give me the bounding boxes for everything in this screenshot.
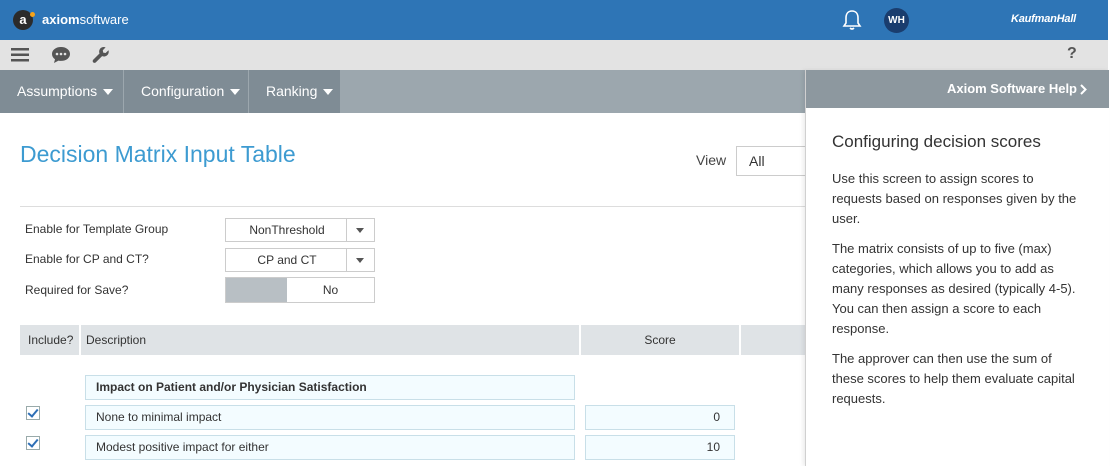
column-header-extra: [741, 325, 805, 355]
dropdown-arrow-icon[interactable]: [346, 219, 374, 241]
column-header-score: Score: [581, 325, 739, 355]
template-group-dropdown[interactable]: NonThreshold: [225, 218, 375, 242]
help-panel: Axiom Software Help Configuring decision…: [805, 70, 1109, 466]
help-title: Configuring decision scores: [832, 132, 1041, 151]
required-label: Required for Save?: [25, 283, 129, 297]
chat-icon[interactable]: [51, 46, 71, 64]
score-input[interactable]: 0: [585, 405, 735, 430]
caret-down-icon: [230, 89, 241, 96]
column-header-description: Description: [81, 325, 579, 355]
dropdown-arrow-icon[interactable]: [346, 249, 374, 271]
help-panel-header[interactable]: Axiom Software Help: [806, 70, 1109, 108]
axiom-logo[interactable]: a: [13, 10, 35, 30]
bell-icon[interactable]: [842, 9, 862, 31]
wrench-icon[interactable]: [92, 46, 110, 64]
include-checkbox[interactable]: [26, 436, 40, 450]
company-logo: KaufmanHall: [1011, 13, 1077, 25]
help-paragraph: The approver can then use the sum of the…: [832, 351, 1075, 406]
toolbar: ?: [0, 40, 1108, 71]
top-bar: a axiomsoftware WH KaufmanHall: [0, 0, 1108, 40]
include-checkbox[interactable]: [26, 406, 40, 420]
page-title: Decision Matrix Input Table: [20, 141, 296, 167]
menu-icon[interactable]: [11, 48, 29, 62]
view-label: View: [696, 152, 727, 168]
caret-down-icon: [323, 89, 334, 96]
toggle-value: No: [322, 283, 339, 297]
description-input[interactable]: None to minimal impact: [85, 405, 575, 430]
divider: [20, 206, 810, 207]
nav-bar: Assumptions Configuration Ranking: [0, 70, 805, 113]
description-input[interactable]: Modest positive impact for either: [85, 435, 575, 460]
caret-down-icon: [103, 89, 114, 96]
help-paragraph: The matrix consists of up to five (max) …: [832, 241, 1076, 336]
toggle-knob[interactable]: [226, 278, 287, 302]
required-toggle[interactable]: No: [225, 277, 375, 303]
cp-ct-dropdown[interactable]: CP and CT: [225, 248, 375, 272]
cp-ct-label: Enable for CP and CT?: [25, 252, 149, 266]
nav-assumptions[interactable]: Assumptions: [0, 70, 124, 113]
score-input[interactable]: 10: [585, 435, 735, 460]
brand-name: axiomsoftware: [42, 12, 129, 27]
chevron-right-icon[interactable]: [1080, 84, 1087, 95]
column-header-include: Include?: [20, 325, 79, 355]
help-paragraph: Use this screen to assign scores to requ…: [832, 171, 1077, 226]
template-group-label: Enable for Template Group: [25, 222, 169, 236]
nav-configuration[interactable]: Configuration: [124, 70, 249, 113]
help-icon[interactable]: ?: [1067, 45, 1077, 63]
section-header: Impact on Patient and/or Physician Satis…: [85, 375, 575, 400]
user-avatar[interactable]: WH: [884, 8, 909, 33]
cp-ct-value: CP and CT: [257, 253, 317, 267]
template-group-value: NonThreshold: [249, 223, 325, 237]
nav-ranking[interactable]: Ranking: [249, 70, 341, 113]
view-select[interactable]: All: [736, 146, 816, 176]
